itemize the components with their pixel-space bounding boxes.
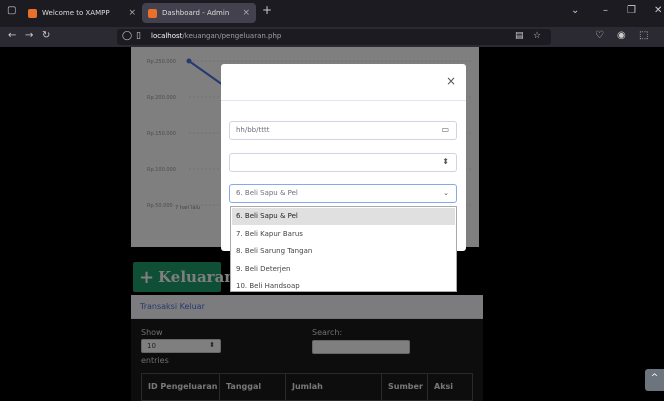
reload-icon[interactable]: ↻ [42, 30, 50, 41]
shield-icon[interactable]: ◯ [122, 31, 132, 41]
account-icon[interactable]: ◉ [617, 30, 626, 41]
tab-label: Dashboard - Admin [162, 9, 230, 17]
url-path: /keuangan/pengeluaran.php [182, 32, 282, 40]
xampp-favicon-icon [28, 8, 37, 18]
select-value: 6. Beli Sapu & Pel [236, 189, 298, 197]
window-close-icon[interactable]: ✕ [654, 5, 662, 16]
pocket-icon[interactable]: ♡ [595, 30, 604, 41]
select-option[interactable]: 9. Beli Deterjen [232, 261, 455, 278]
tab-dashboard-admin[interactable]: Dashboard - Admin × [142, 3, 256, 23]
tab-welcome-xampp[interactable]: Welcome to XAMPP × [22, 3, 142, 23]
date-placeholder: hh/bb/tttt [236, 126, 270, 134]
url-host: localhost [151, 32, 183, 40]
tab-close-icon[interactable]: × [242, 8, 250, 18]
reader-view-icon[interactable]: ▤ [515, 31, 524, 41]
amount-input[interactable]: ⬍ [229, 153, 457, 172]
bookmark-star-icon[interactable]: ☆ [533, 31, 541, 41]
maximize-icon[interactable]: ❐ [627, 5, 636, 16]
chevron-down-icon: ⌄ [443, 189, 449, 197]
modal-header-divider [221, 100, 466, 101]
select-option[interactable]: 7. Beli Kapur Barus [232, 226, 455, 243]
select-option[interactable]: 10. Beli Handsoap [232, 278, 455, 295]
spinner-icon[interactable]: ⬍ [442, 157, 449, 166]
extensions-icon[interactable]: ⬚ [639, 30, 648, 41]
modal-close-button[interactable]: × [446, 74, 456, 88]
select-option[interactable]: 6. Beli Sapu & Pel [232, 208, 455, 225]
list-tabs-icon[interactable]: ⌄ [571, 5, 579, 16]
minimize-icon[interactable]: – [603, 5, 608, 16]
expense-source-select[interactable]: 6. Beli Sapu & Pel ⌄ [229, 184, 457, 203]
back-icon[interactable]: ← [8, 30, 16, 41]
url-text: localhost/keuangan/pengeluaran.php [151, 32, 281, 40]
select-options-list: 6. Beli Sapu & Pel 7. Beli Kapur Barus 8… [230, 206, 457, 292]
tab-label: Welcome to XAMPP [42, 9, 110, 17]
xampp-favicon-icon [148, 8, 157, 18]
browser-navbar: ← → ↻ ◯ ▯ localhost/keuangan/pengeluaran… [0, 27, 664, 47]
select-option[interactable]: 8. Beli Sarung Tangan [232, 243, 455, 260]
page-info-icon[interactable]: ▯ [136, 31, 141, 41]
scroll-to-top-button[interactable]: ^ [645, 369, 664, 391]
calendar-icon[interactable]: ▭ [441, 125, 449, 134]
date-input[interactable]: hh/bb/tttt ▭ [229, 121, 457, 140]
tab-overview-icon[interactable]: ▢ [7, 5, 16, 16]
new-tab-button[interactable]: + [262, 3, 272, 17]
browser-tabbar: ▢ Welcome to XAMPP × Dashboard - Admin ×… [0, 0, 664, 27]
address-bar[interactable]: ◯ ▯ localhost/keuangan/pengeluaran.php ▤… [117, 29, 551, 45]
forward-icon[interactable]: → [25, 30, 33, 41]
tab-close-icon[interactable]: × [128, 8, 136, 18]
